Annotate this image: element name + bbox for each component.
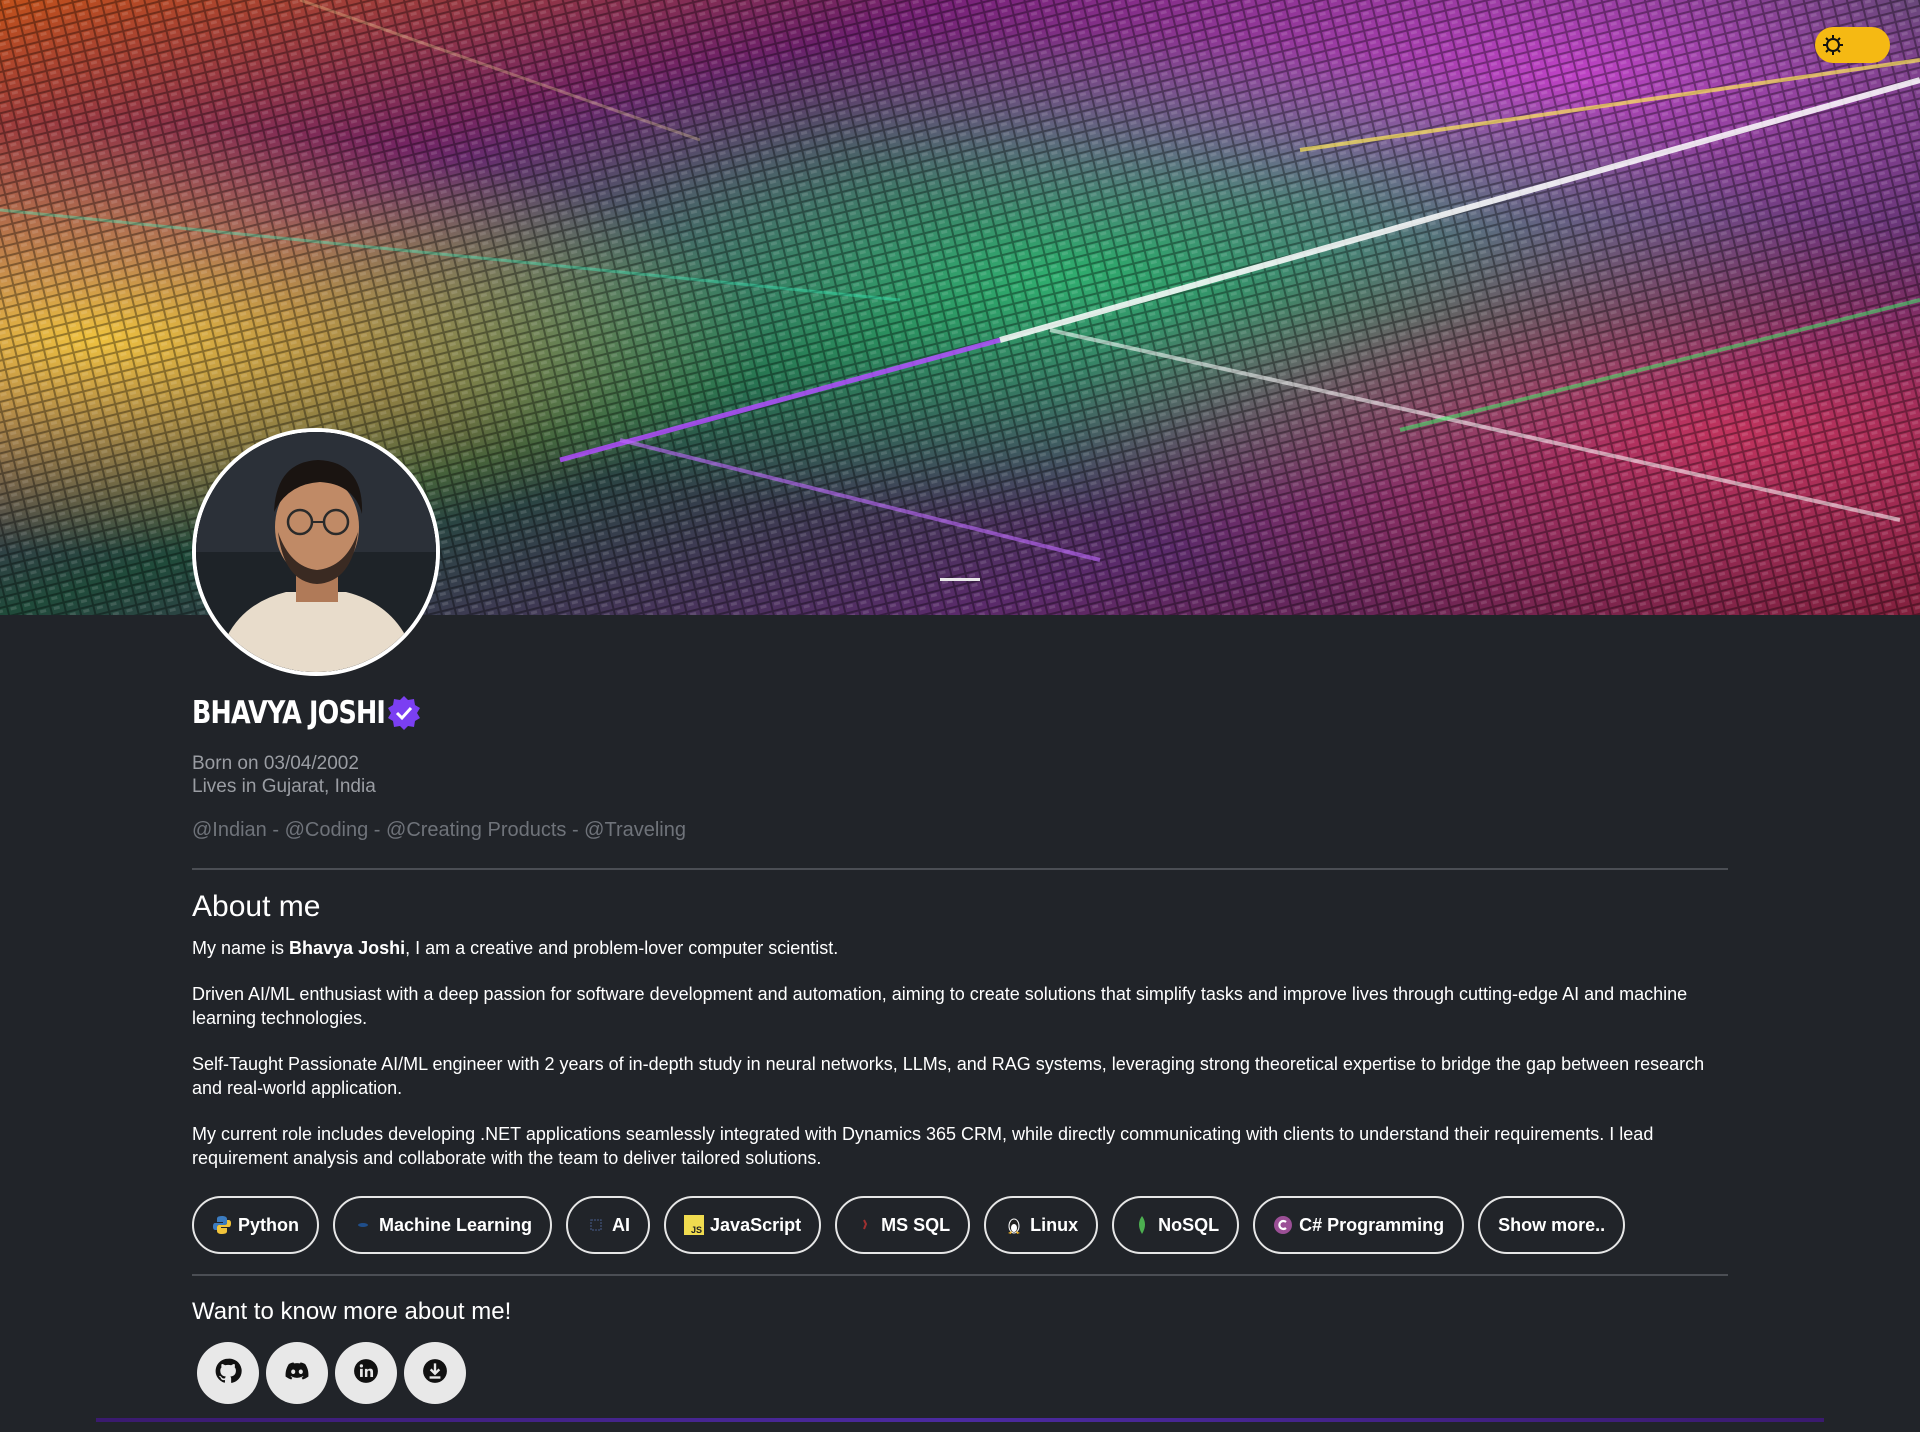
divider bbox=[192, 1274, 1728, 1276]
github-icon bbox=[214, 1357, 242, 1390]
skill-label: Python bbox=[238, 1214, 299, 1235]
skill-label: AI bbox=[612, 1214, 631, 1235]
skill-label: Machine Learning bbox=[379, 1214, 533, 1235]
skill-label: C# Programming bbox=[1299, 1214, 1445, 1235]
intro-prefix: My name is bbox=[192, 938, 290, 958]
mssql-icon bbox=[855, 1215, 875, 1235]
nosql-icon bbox=[1132, 1215, 1152, 1235]
svg-text:JS: JS bbox=[691, 1225, 702, 1235]
linkedin-link[interactable] bbox=[335, 1342, 397, 1404]
about-paragraph-2: Driven AI/ML enthusiast with a deep pass… bbox=[192, 984, 1688, 1028]
download-icon bbox=[422, 1358, 448, 1389]
linux-icon bbox=[1004, 1215, 1024, 1235]
intro-name: Bhavya Joshi bbox=[289, 938, 406, 958]
skill-chip-ai[interactable]: AI bbox=[566, 1196, 651, 1254]
profile-content: BHAVYA JOSHI Born on 03/04/2002 Lives in… bbox=[192, 690, 1728, 1404]
skill-chip-python[interactable]: Python bbox=[192, 1196, 319, 1254]
download-resume-link[interactable] bbox=[404, 1342, 466, 1404]
sun-icon bbox=[1821, 33, 1845, 57]
skill-chip-machine-learning[interactable]: Machine Learning bbox=[333, 1196, 553, 1254]
skills-list: Python Machine Learning AI JS JavaScript… bbox=[192, 1196, 1728, 1254]
about-title: About me bbox=[192, 890, 321, 923]
profile-meta: Born on 03/04/2002 Lives in Gujarat, Ind… bbox=[192, 752, 1728, 798]
intro-suffix: , I am a creative and problem-lover comp… bbox=[405, 938, 839, 958]
interest-tags: @Indian - @Coding - @Creating Products -… bbox=[192, 819, 686, 841]
profile-avatar bbox=[192, 428, 440, 676]
name-row: BHAVYA JOSHI bbox=[192, 690, 1728, 736]
ml-icon bbox=[353, 1215, 373, 1235]
about-intro: My name is Bhavya Joshi, I am a creative… bbox=[192, 936, 1728, 960]
linkedin-icon bbox=[353, 1358, 379, 1389]
show-more-button[interactable]: Show more.. bbox=[1478, 1196, 1626, 1254]
discord-icon bbox=[284, 1358, 310, 1389]
profile-name: BHAVYA JOSHI bbox=[192, 695, 386, 731]
github-link[interactable] bbox=[197, 1342, 259, 1404]
skill-label: JavaScript bbox=[710, 1214, 802, 1235]
slide-indicator[interactable] bbox=[940, 578, 980, 581]
skill-label: MS SQL bbox=[881, 1214, 951, 1235]
python-icon bbox=[212, 1215, 232, 1235]
birth-date: Born on 03/04/2002 bbox=[192, 753, 359, 774]
skill-label: Linux bbox=[1030, 1214, 1079, 1235]
about-paragraph-4: My current role includes developing .NET… bbox=[192, 1124, 1654, 1168]
skill-chip-nosql[interactable]: NoSQL bbox=[1112, 1196, 1240, 1254]
contact-title: Want to know more about me! bbox=[192, 1298, 512, 1325]
verified-badge-icon bbox=[385, 694, 423, 732]
csharp-icon bbox=[1273, 1215, 1293, 1235]
skill-chip-ms-sql[interactable]: MS SQL bbox=[835, 1196, 971, 1254]
theme-toggle[interactable] bbox=[1815, 27, 1890, 63]
social-links bbox=[197, 1342, 1728, 1404]
ai-icon bbox=[586, 1215, 606, 1235]
show-more-label: Show more.. bbox=[1498, 1214, 1606, 1235]
location: Lives in Gujarat, India bbox=[192, 776, 376, 797]
skill-chip-csharp[interactable]: C# Programming bbox=[1253, 1196, 1465, 1254]
skill-chip-linux[interactable]: Linux bbox=[984, 1196, 1099, 1254]
divider bbox=[192, 868, 1728, 870]
skill-label: NoSQL bbox=[1158, 1214, 1220, 1235]
javascript-icon: JS bbox=[684, 1215, 705, 1235]
footer-divider bbox=[96, 1418, 1824, 1422]
about-paragraph-3: Self-Taught Passionate AI/ML engineer wi… bbox=[192, 1054, 1705, 1098]
discord-link[interactable] bbox=[266, 1342, 328, 1404]
skill-chip-javascript[interactable]: JS JavaScript bbox=[664, 1196, 822, 1254]
